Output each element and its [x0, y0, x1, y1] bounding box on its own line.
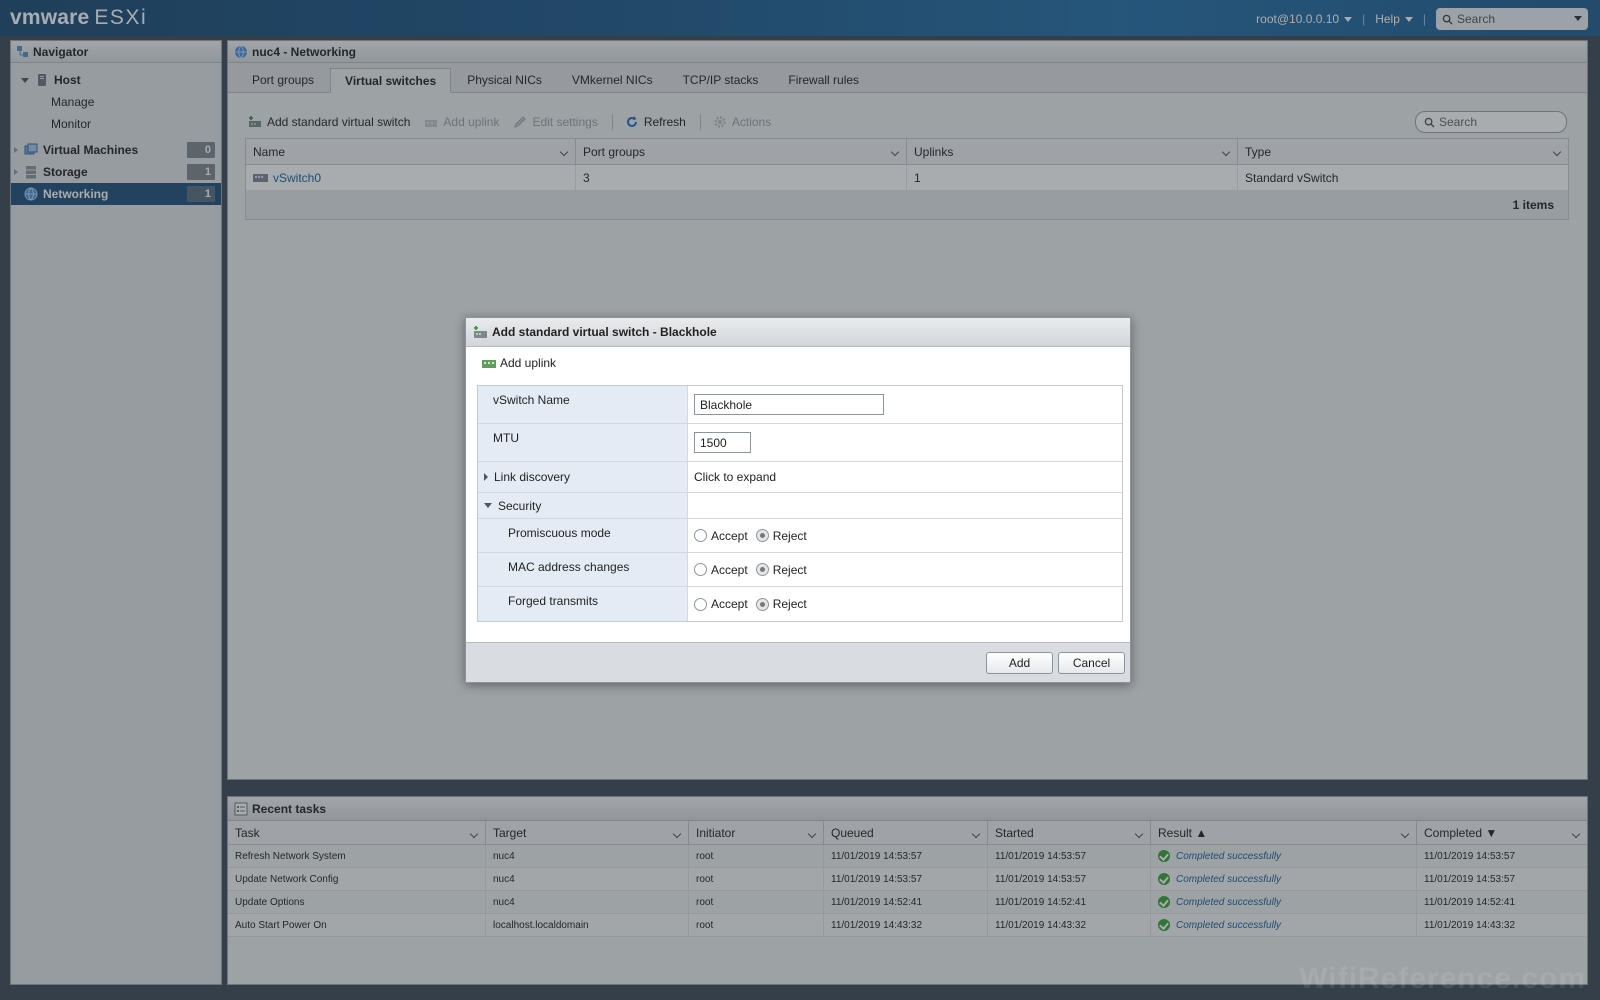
radio-label: Reject: [772, 597, 807, 611]
radio-label: Accept: [711, 597, 748, 611]
promiscuous-mode-label: Promiscuous mode: [508, 526, 611, 540]
form-row-security[interactable]: Security: [478, 493, 1122, 519]
form-row-mac-address-changes: MAC address changes Accept Reject: [478, 553, 1122, 587]
vswitch-name-value: Blackhole: [700, 397, 753, 412]
radio-label: Accept: [711, 528, 748, 543]
field-label: MAC address changes: [478, 553, 688, 586]
cancel-button[interactable]: Cancel: [1058, 652, 1125, 674]
vswitch-name-label: vSwitch Name: [493, 393, 570, 407]
field-label: Link discovery: [478, 462, 688, 492]
dialog-title: Add standard virtual switch - Blackhole: [492, 325, 717, 339]
add-button[interactable]: Add: [986, 652, 1053, 674]
mtu-input[interactable]: 1500: [694, 432, 751, 453]
add-switch-dialog: Add standard virtual switch - Blackhole …: [465, 317, 1131, 683]
forged-accept-radio[interactable]: [694, 597, 707, 611]
field-label: Security: [478, 493, 688, 518]
form-row-mtu: MTU 1500: [478, 424, 1122, 462]
expand-icon[interactable]: [484, 473, 488, 481]
add-switch-icon: [474, 326, 487, 338]
forged-reject-radio[interactable]: [755, 597, 769, 611]
add-uplink-button[interactable]: Add uplink: [482, 356, 556, 370]
mac-changes-reject-radio[interactable]: [755, 563, 769, 576]
promiscuous-accept-radio[interactable]: [694, 529, 707, 542]
dialog-footer: Add Cancel: [466, 642, 1130, 682]
mac-address-changes-label: MAC address changes: [508, 560, 630, 574]
cancel-button-label: Cancel: [1072, 656, 1111, 670]
radio-label: Reject: [772, 562, 807, 577]
field-value: Blackhole: [688, 386, 1122, 423]
add-uplink-label: Add uplink: [500, 356, 557, 370]
field-value: Click to expand: [688, 462, 1122, 492]
watermark: WifiReference.com: [1299, 962, 1586, 996]
mtu-value: 1500: [700, 435, 727, 450]
mac-changes-radio-group: Accept Reject: [694, 563, 815, 577]
field-value: Accept Reject: [688, 519, 1122, 552]
radio-label: Accept: [711, 562, 748, 577]
field-label: Promiscuous mode: [478, 519, 688, 552]
radio-label: Reject: [772, 528, 807, 543]
add-button-label: Add: [1008, 656, 1031, 670]
field-value: [688, 493, 1122, 518]
form-row-forged-transmits: Forged transmits Accept Reject: [478, 587, 1122, 621]
promiscuous-mode-radio-group: Accept Reject: [694, 529, 815, 543]
dialog-title-bar: Add standard virtual switch - Blackhole: [466, 318, 1130, 347]
field-value: Accept Reject: [688, 553, 1122, 586]
watermark-text: WifiReference.com: [1299, 962, 1586, 995]
field-value: 1500: [688, 424, 1122, 461]
vswitch-name-input[interactable]: Blackhole: [694, 394, 884, 415]
add-uplink-icon: [482, 360, 496, 368]
field-label: Forged transmits: [478, 587, 688, 621]
mac-changes-accept-radio[interactable]: [694, 563, 707, 576]
form-row-promiscuous-mode: Promiscuous mode Accept Reject: [478, 519, 1122, 553]
mtu-label: MTU: [493, 431, 519, 445]
field-value: Accept Reject: [688, 587, 1122, 621]
switch-settings-form: vSwitch Name Blackhole MTU 1500 Link dis…: [477, 385, 1123, 622]
security-label: Security: [498, 498, 542, 513]
form-row-link-discovery[interactable]: Link discovery Click to expand: [478, 462, 1122, 493]
form-row-vswitch-name: vSwitch Name Blackhole: [478, 386, 1122, 424]
forged-transmits-label: Forged transmits: [508, 594, 599, 608]
forged-transmits-radio-group: Accept Reject: [694, 597, 815, 611]
collapse-icon[interactable]: [484, 503, 492, 508]
link-discovery-label: Link discovery: [494, 470, 571, 484]
field-label: MTU: [478, 424, 688, 461]
link-discovery-expand[interactable]: Click to expand: [694, 470, 776, 484]
promiscuous-reject-radio[interactable]: [755, 529, 769, 542]
field-label: vSwitch Name: [478, 386, 688, 423]
